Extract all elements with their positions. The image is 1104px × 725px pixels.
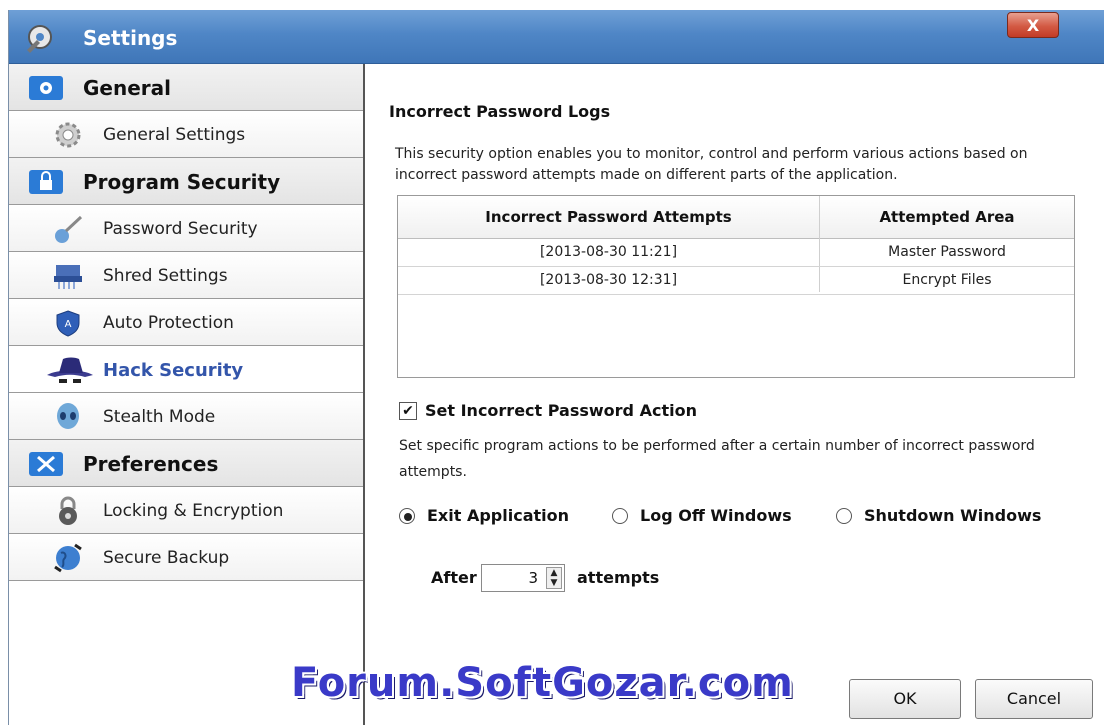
sidebar-item-secure-backup[interactable]: Secure Backup bbox=[9, 534, 363, 581]
table-cell: [2013-08-30 12:31] bbox=[539, 272, 678, 288]
radio-button[interactable] bbox=[399, 508, 415, 524]
cancel-button[interactable]: Cancel bbox=[975, 679, 1093, 719]
sidebar-item-label: General Settings bbox=[103, 125, 246, 145]
column-header-area[interactable]: Attempted Area bbox=[820, 208, 1074, 226]
tools-icon bbox=[29, 452, 63, 476]
settings-window: Settings X General General Settings Prog bbox=[8, 10, 1104, 725]
sidebar-header-label: Program Security bbox=[83, 170, 281, 194]
sidebar: General General Settings Program Securit… bbox=[9, 64, 365, 725]
lock-icon bbox=[29, 170, 63, 194]
column-header-attempts[interactable]: Incorrect Password Attempts bbox=[398, 208, 819, 226]
close-button[interactable]: X bbox=[1007, 12, 1059, 38]
alien-icon bbox=[57, 403, 79, 429]
gear-icon bbox=[55, 122, 81, 148]
content-panel: Incorrect Password Logs This security op… bbox=[365, 64, 1104, 725]
sidebar-item-label: Hack Security bbox=[103, 360, 244, 381]
spy-hat-icon bbox=[47, 357, 93, 383]
attempts-suffix: attempts bbox=[577, 568, 660, 587]
radio-label[interactable]: Exit Application bbox=[427, 506, 569, 525]
sidebar-item-label: Password Security bbox=[103, 219, 258, 239]
globe-icon bbox=[54, 543, 82, 573]
set-action-checkbox[interactable]: ✔ bbox=[399, 402, 417, 420]
radio-label[interactable]: Shutdown Windows bbox=[864, 506, 1041, 525]
sidebar-header-program-security[interactable]: Program Security bbox=[9, 158, 363, 205]
section-description: This security option enables you to moni… bbox=[395, 146, 1028, 183]
sidebar-item-label: Secure Backup bbox=[103, 548, 230, 568]
password-log-table[interactable]: Incorrect Password Attempts Attempted Ar… bbox=[397, 195, 1075, 378]
sidebar-header-label: Preferences bbox=[83, 452, 219, 476]
sidebar-item-label: Stealth Mode bbox=[103, 407, 216, 427]
sidebar-item-locking-encryption[interactable]: Locking & Encryption bbox=[9, 487, 363, 534]
sidebar-item-shred-settings[interactable]: Shred Settings bbox=[9, 252, 363, 299]
sidebar-header-preferences[interactable]: Preferences bbox=[9, 440, 363, 487]
window-title: Settings bbox=[83, 26, 178, 50]
shield-icon: A bbox=[56, 310, 80, 337]
sidebar-item-password-security[interactable]: Password Security bbox=[9, 205, 363, 252]
table-cell: Master Password bbox=[888, 244, 1006, 260]
padlock-icon bbox=[59, 496, 77, 525]
radio-label[interactable]: Log Off Windows bbox=[640, 506, 792, 525]
set-action-label[interactable]: Set Incorrect Password Action bbox=[425, 401, 697, 420]
sidebar-item-stealth-mode[interactable]: Stealth Mode bbox=[9, 393, 363, 440]
attempts-value[interactable]: 3 bbox=[528, 569, 538, 587]
table-header: Incorrect Password Attempts Attempted Ar… bbox=[398, 196, 1074, 239]
section-title: Incorrect Password Logs bbox=[389, 102, 611, 121]
sidebar-header-general[interactable]: General bbox=[9, 64, 363, 111]
svg-text:A: A bbox=[65, 319, 72, 330]
sidebar-item-label: Shred Settings bbox=[103, 266, 228, 286]
sidebar-item-auto-protection[interactable]: A Auto Protection bbox=[9, 299, 363, 346]
sidebar-item-general-settings[interactable]: General Settings bbox=[9, 111, 363, 158]
sidebar-header-label: General bbox=[83, 76, 171, 100]
sidebar-item-hack-security[interactable]: Hack Security bbox=[9, 346, 363, 393]
gear-icon bbox=[29, 76, 63, 100]
after-label: After bbox=[431, 568, 477, 587]
table-row[interactable]: [2013-08-30 11:21] Master Password bbox=[398, 239, 1074, 267]
sidebar-item-label: Locking & Encryption bbox=[103, 501, 284, 521]
title-bar[interactable]: Settings X bbox=[9, 10, 1104, 64]
table-cell: Encrypt Files bbox=[902, 272, 992, 288]
table-cell: [2013-08-30 11:21] bbox=[539, 244, 678, 260]
spinner-arrows-icon[interactable]: ▲ ▼ bbox=[546, 567, 562, 589]
sidebar-item-label: Auto Protection bbox=[103, 313, 234, 333]
watermark-text: Forum.SoftGozar.com bbox=[291, 660, 794, 706]
key-icon bbox=[55, 215, 83, 243]
action-description: Set specific program actions to be perfo… bbox=[399, 438, 1035, 480]
ok-button[interactable]: OK bbox=[849, 679, 961, 719]
settings-gear-icon bbox=[27, 25, 52, 53]
radio-button[interactable] bbox=[612, 508, 628, 524]
radio-button[interactable] bbox=[836, 508, 852, 524]
attempts-spinner[interactable]: 3 ▲ ▼ bbox=[481, 564, 565, 592]
shredder-icon bbox=[54, 265, 82, 289]
table-row[interactable]: [2013-08-30 12:31] Encrypt Files bbox=[398, 267, 1074, 295]
radio-selected-dot bbox=[404, 513, 412, 521]
